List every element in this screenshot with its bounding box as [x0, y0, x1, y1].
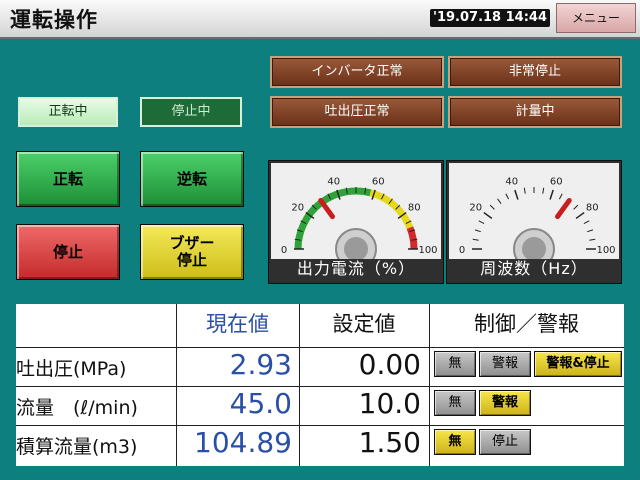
header-current-value: 現在値 — [206, 312, 269, 336]
row-label-total-flow: 積算流量(m3) — [16, 436, 138, 458]
buzzer-stop-label-line1: ブザー — [169, 234, 215, 252]
gauge-tick-label: 80 — [586, 203, 599, 214]
gauge-tick-label: 40 — [505, 177, 518, 188]
menu-button[interactable]: メニュー — [556, 3, 636, 33]
measurement-table: 現在値 設定値 制御／警報 吐出圧(MPa) 2.93 0.00 無 警報 警報… — [16, 304, 624, 466]
header-control-alarm: 制御／警報 — [474, 312, 579, 336]
flow-none-button[interactable]: 無 — [434, 390, 476, 416]
gauge-tick-label: 60 — [550, 177, 563, 188]
forward-button[interactable]: 正転 — [16, 151, 120, 207]
flow-alarm-button[interactable]: 警報 — [479, 390, 531, 416]
header-bar: 運転操作 '19.07.18 14:44 メニュー — [0, 0, 640, 39]
pressure-alarm-button[interactable]: 警報 — [479, 351, 531, 377]
stopped-indicator: 停止中 — [140, 97, 242, 127]
row-label-discharge-pressure: 吐出圧(MPa) — [16, 358, 127, 380]
current-discharge-pressure: 2.93 — [229, 348, 292, 381]
inverter-normal-lamp: インバータ正常 — [270, 56, 444, 88]
frequency-gauge-label: 周波数（Hz） — [480, 259, 588, 278]
discharge-pressure-normal-lamp: 吐出圧正常 — [270, 96, 444, 128]
current-total-flow: 104.89 — [194, 426, 292, 459]
total-flow-stop-button[interactable]: 停止 — [479, 429, 531, 455]
pressure-alarm-stop-button[interactable]: 警報&停止 — [534, 351, 622, 377]
gauge-tick-label: 80 — [408, 203, 421, 214]
current-flow-rate: 45.0 — [229, 387, 292, 420]
output-current-gauge-label: 出力電流（%） — [296, 259, 416, 278]
setting-discharge-pressure[interactable]: 0.00 — [299, 348, 421, 381]
datetime-display: '19.07.18 14:44 — [430, 9, 550, 27]
forward-running-indicator: 正転中 — [18, 97, 118, 127]
frequency-gauge: 0 20 40 60 80 100 周波数（Hz） — [446, 160, 622, 284]
buzzer-stop-label-line2: 停止 — [176, 251, 207, 269]
emergency-stop-lamp: 非常停止 — [448, 56, 622, 88]
total-flow-none-button[interactable]: 無 — [434, 429, 476, 455]
output-current-gauge: 0 20 40 60 80 100 出力電流（%） — [268, 160, 444, 284]
pressure-none-button[interactable]: 無 — [434, 351, 476, 377]
gauge-tick-label: 60 — [372, 177, 385, 188]
reverse-button[interactable]: 逆転 — [140, 151, 244, 207]
header-setting-value: 設定値 — [332, 312, 396, 336]
setting-total-flow[interactable]: 1.50 — [299, 426, 421, 459]
gauge-tick-label: 40 — [327, 177, 340, 188]
gauge-tick-label: 20 — [469, 203, 482, 214]
metering-lamp: 計量中 — [448, 96, 622, 128]
row-label-flow-rate: 流量 (ℓ/min) — [16, 397, 138, 419]
buzzer-stop-button[interactable]: ブザー 停止 — [140, 224, 244, 280]
setting-flow-rate[interactable]: 10.0 — [299, 387, 421, 420]
operation-screen: 運転操作 '19.07.18 14:44 メニュー インバータ正常 非常停止 吐… — [0, 0, 640, 480]
stop-button[interactable]: 停止 — [16, 224, 120, 280]
gauge-tick-label: 20 — [291, 203, 304, 214]
page-title: 運転操作 — [10, 8, 98, 32]
